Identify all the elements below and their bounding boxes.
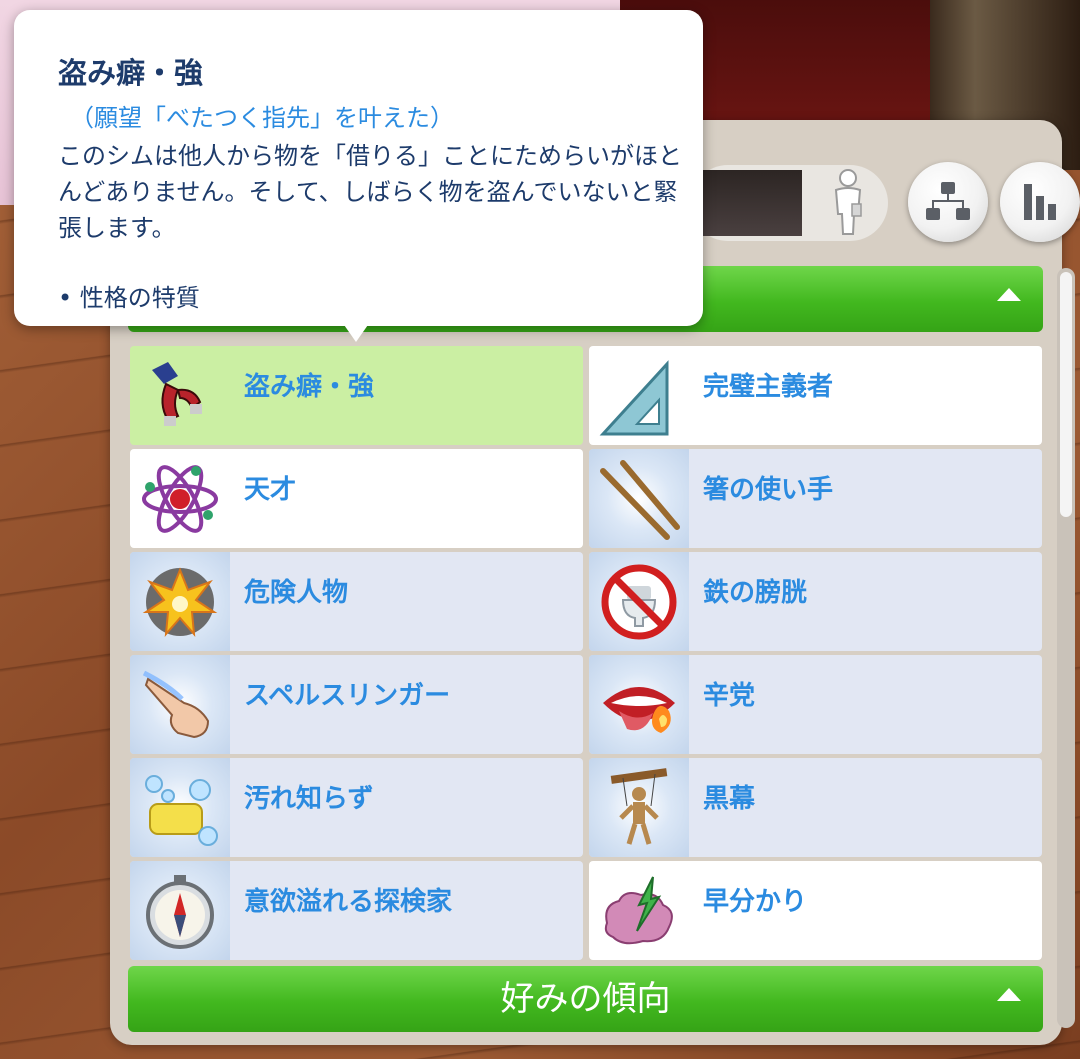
trait-hot-headed-spicy[interactable]: 辛党 [589, 655, 1042, 754]
trait-tooltip: 盗み癖・強 （願望「べたつく指先」を叶えた） このシムは他人から物を「借りる」こ… [14, 10, 703, 326]
sim-name-redacted [700, 170, 802, 236]
trait-mastermind[interactable]: 黒幕 [589, 758, 1042, 857]
trait-label: スペルスリンガー [244, 681, 451, 711]
stats-icon [1024, 184, 1056, 220]
trait-quick-learner[interactable]: 早分かり [589, 861, 1042, 960]
preferences-section-header[interactable]: 好みの傾向 [128, 966, 1043, 1032]
tooltip-title: 盗み癖・強 [58, 56, 204, 90]
trait-clean[interactable]: 汚れ知らず [130, 758, 583, 857]
trait-label: 天才 [244, 475, 297, 505]
marionette-icon [610, 768, 668, 845]
compass-icon [146, 875, 214, 949]
trait-label: 盗み癖・強 [244, 372, 375, 402]
set-square-icon [599, 360, 669, 436]
trait-label: 早分かり [703, 887, 808, 917]
person-icon[interactable] [826, 168, 870, 238]
trait-grid: 盗み癖・強 完璧主義者 天才 箸の使い手 危険人物 鉄の膀胱 スペルスリンガー … [130, 346, 1042, 960]
collapse-chevron-icon [997, 288, 1021, 301]
grabber-claw-icon [152, 362, 202, 426]
no-toilet-icon [601, 564, 677, 640]
family-tree-icon [926, 182, 970, 220]
trait-label: 鉄の膀胱 [703, 578, 808, 608]
preferences-section-label: 好みの傾向 [500, 979, 671, 1019]
trait-label: 意欲溢れる探検家 [244, 887, 453, 917]
trait-label: 黒幕 [703, 784, 756, 814]
trait-label: 箸の使い手 [703, 475, 834, 505]
trait-iron-bladder[interactable]: 鉄の膀胱 [589, 552, 1042, 651]
trait-spellslinger[interactable]: スペルスリンガー [130, 655, 583, 754]
chopsticks-icon [600, 460, 680, 540]
scrollbar-thumb[interactable] [1060, 272, 1072, 517]
family-tree-button[interactable] [908, 162, 988, 242]
brain-arrow-icon [604, 876, 673, 945]
stats-button[interactable] [1000, 162, 1080, 242]
trait-label: 汚れ知らず [244, 784, 374, 814]
tooltip-description: このシムは他人から物を「借りる」ことにためらいがほとんどありません。そして、しば… [58, 142, 682, 242]
spicy-mouth-icon [603, 687, 675, 733]
trait-label: 危険人物 [244, 578, 349, 608]
tooltip-pointer [342, 322, 370, 342]
trait-chopstick-master[interactable]: 箸の使い手 [589, 449, 1042, 548]
soap-bubbles-icon [145, 775, 218, 846]
trait-perfectionist[interactable]: 完璧主義者 [589, 346, 1042, 445]
tooltip-subtitle: （願望「べたつく指先」を叶えた） [70, 104, 454, 132]
tooltip-category: • 性格の特質 [58, 284, 200, 312]
magic-finger-icon [142, 670, 210, 739]
trait-explorer[interactable]: 意欲溢れる探検家 [130, 861, 583, 960]
trait-kleptomaniac[interactable]: 盗み癖・強 [130, 346, 583, 445]
trait-label: 完璧主義者 [703, 372, 834, 402]
atom-icon [142, 465, 218, 533]
trait-label: 辛党 [703, 681, 756, 711]
trait-dangerous[interactable]: 危険人物 [130, 552, 583, 651]
collapse-chevron-icon [997, 988, 1021, 1001]
trait-genius[interactable]: 天才 [130, 449, 583, 548]
explosion-icon [142, 567, 218, 637]
